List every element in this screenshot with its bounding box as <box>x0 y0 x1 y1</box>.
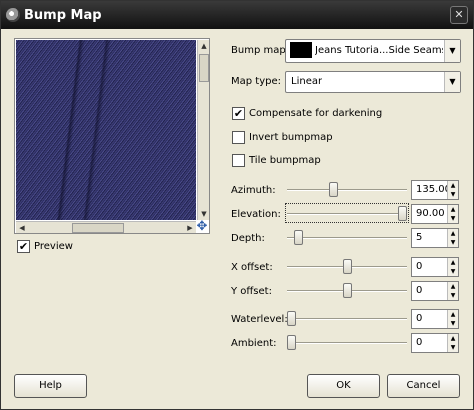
x-offset-label: X offset: <box>231 262 273 273</box>
elevation-spinbox[interactable]: 90.00 ▲ ▼ <box>411 204 459 224</box>
preview-vertical-scrollbar[interactable]: ▲ ▼ <box>197 40 209 220</box>
azimuth-slider-handle[interactable] <box>329 182 338 197</box>
spin-arrows-icon[interactable]: ▲ ▼ <box>447 229 458 247</box>
y-offset-slider-handle[interactable] <box>343 283 352 298</box>
vertical-scroll-thumb[interactable] <box>199 54 209 82</box>
azimuth-spinbox[interactable]: 135.00 ▲ ▼ <box>411 180 459 200</box>
depth-label: Depth: <box>231 233 265 244</box>
azimuth-value: 135.00 <box>416 184 451 195</box>
ambient-label: Ambient: <box>231 338 277 349</box>
spin-arrows-icon[interactable]: ▲ ▼ <box>447 181 458 199</box>
y-offset-slider[interactable] <box>287 283 407 298</box>
depth-value: 5 <box>416 232 423 243</box>
tile-bumpmap-checkbox[interactable] <box>232 154 245 167</box>
preview-label: Preview <box>34 241 73 252</box>
depth-slider-handle[interactable] <box>294 230 303 245</box>
bump-map-thumbnail <box>290 42 312 58</box>
bump-map-label: Bump map: <box>231 45 290 56</box>
elevation-slider-handle[interactable] <box>398 206 407 221</box>
horizontal-scroll-thumb[interactable] <box>72 223 124 233</box>
bump-map-select[interactable]: Jeans Tutoria...Side Seams-17 ▼ <box>285 39 461 63</box>
bump-map-dialog: Bump Map ✕ ▲ ▼ ◀ ▶ ✥ ✔ Preview Bump map:… <box>0 0 474 410</box>
elevation-label: Elevation: <box>231 209 281 220</box>
invert-bumpmap-checkbox[interactable] <box>232 131 245 144</box>
waterlevel-slider-handle[interactable] <box>287 311 296 326</box>
x-offset-spinbox[interactable]: 0 ▲ ▼ <box>411 257 459 277</box>
chevron-down-icon[interactable]: ▼ <box>444 72 460 92</box>
scroll-up-icon[interactable]: ▲ <box>199 41 209 51</box>
map-type-value: Linear <box>291 76 323 87</box>
spin-arrows-icon[interactable]: ▲ ▼ <box>447 205 458 223</box>
preview-frame: ▲ ▼ ◀ ▶ <box>14 38 210 234</box>
ok-button[interactable]: OK <box>307 374 380 398</box>
waterlevel-slider[interactable] <box>287 311 407 326</box>
waterlevel-label: Waterlevel: <box>231 314 288 325</box>
ambient-spinbox[interactable]: 0 ▲ ▼ <box>411 333 459 353</box>
move-icon[interactable]: ✥ <box>195 220 209 234</box>
bump-map-value: Jeans Tutoria...Side Seams-17 <box>315 45 443 56</box>
close-button[interactable]: ✕ <box>450 6 468 24</box>
scroll-left-icon[interactable]: ◀ <box>17 223 27 233</box>
compensate-checkbox[interactable]: ✔ <box>232 107 245 120</box>
depth-slider[interactable] <box>287 230 407 245</box>
x-offset-slider-handle[interactable] <box>343 259 352 274</box>
compensate-label: Compensate for darkening <box>249 108 383 119</box>
spin-arrows-icon[interactable]: ▲ ▼ <box>447 334 458 352</box>
waterlevel-value: 0 <box>416 313 423 324</box>
map-type-select[interactable]: Linear ▼ <box>285 71 461 93</box>
spin-arrows-icon[interactable]: ▲ ▼ <box>447 258 458 276</box>
azimuth-slider[interactable] <box>287 182 407 197</box>
ambient-value: 0 <box>416 337 423 348</box>
y-offset-spinbox[interactable]: 0 ▲ ▼ <box>411 281 459 301</box>
elevation-slider[interactable] <box>287 206 407 221</box>
x-offset-value: 0 <box>416 261 423 272</box>
chevron-down-icon[interactable]: ▼ <box>444 40 460 62</box>
waterlevel-spinbox[interactable]: 0 ▲ ▼ <box>411 309 459 329</box>
elevation-value: 90.00 <box>416 208 445 219</box>
title-bar: Bump Map ✕ <box>1 1 473 29</box>
preview-horizontal-scrollbar[interactable]: ◀ ▶ <box>16 221 196 233</box>
tile-bumpmap-label: Tile bumpmap <box>249 155 321 166</box>
x-offset-slider[interactable] <box>287 259 407 274</box>
y-offset-label: Y offset: <box>231 286 272 297</box>
y-offset-value: 0 <box>416 285 423 296</box>
ambient-slider-handle[interactable] <box>287 335 296 350</box>
window-title: Bump Map <box>24 7 102 23</box>
preview-image[interactable] <box>16 40 196 220</box>
app-icon <box>6 8 20 22</box>
spin-arrows-icon[interactable]: ▲ ▼ <box>447 310 458 328</box>
scroll-right-icon[interactable]: ▶ <box>185 223 195 233</box>
scroll-down-icon[interactable]: ▼ <box>199 209 209 219</box>
ambient-slider[interactable] <box>287 335 407 350</box>
preview-checkbox[interactable]: ✔ <box>17 240 30 253</box>
cancel-button[interactable]: Cancel <box>387 374 460 398</box>
map-type-label: Map type: <box>231 76 281 87</box>
help-button[interactable]: Help <box>14 374 87 398</box>
invert-bumpmap-label: Invert bumpmap <box>249 132 333 143</box>
depth-spinbox[interactable]: 5 ▲ ▼ <box>411 228 459 248</box>
spin-arrows-icon[interactable]: ▲ ▼ <box>447 282 458 300</box>
azimuth-label: Azimuth: <box>231 185 276 196</box>
